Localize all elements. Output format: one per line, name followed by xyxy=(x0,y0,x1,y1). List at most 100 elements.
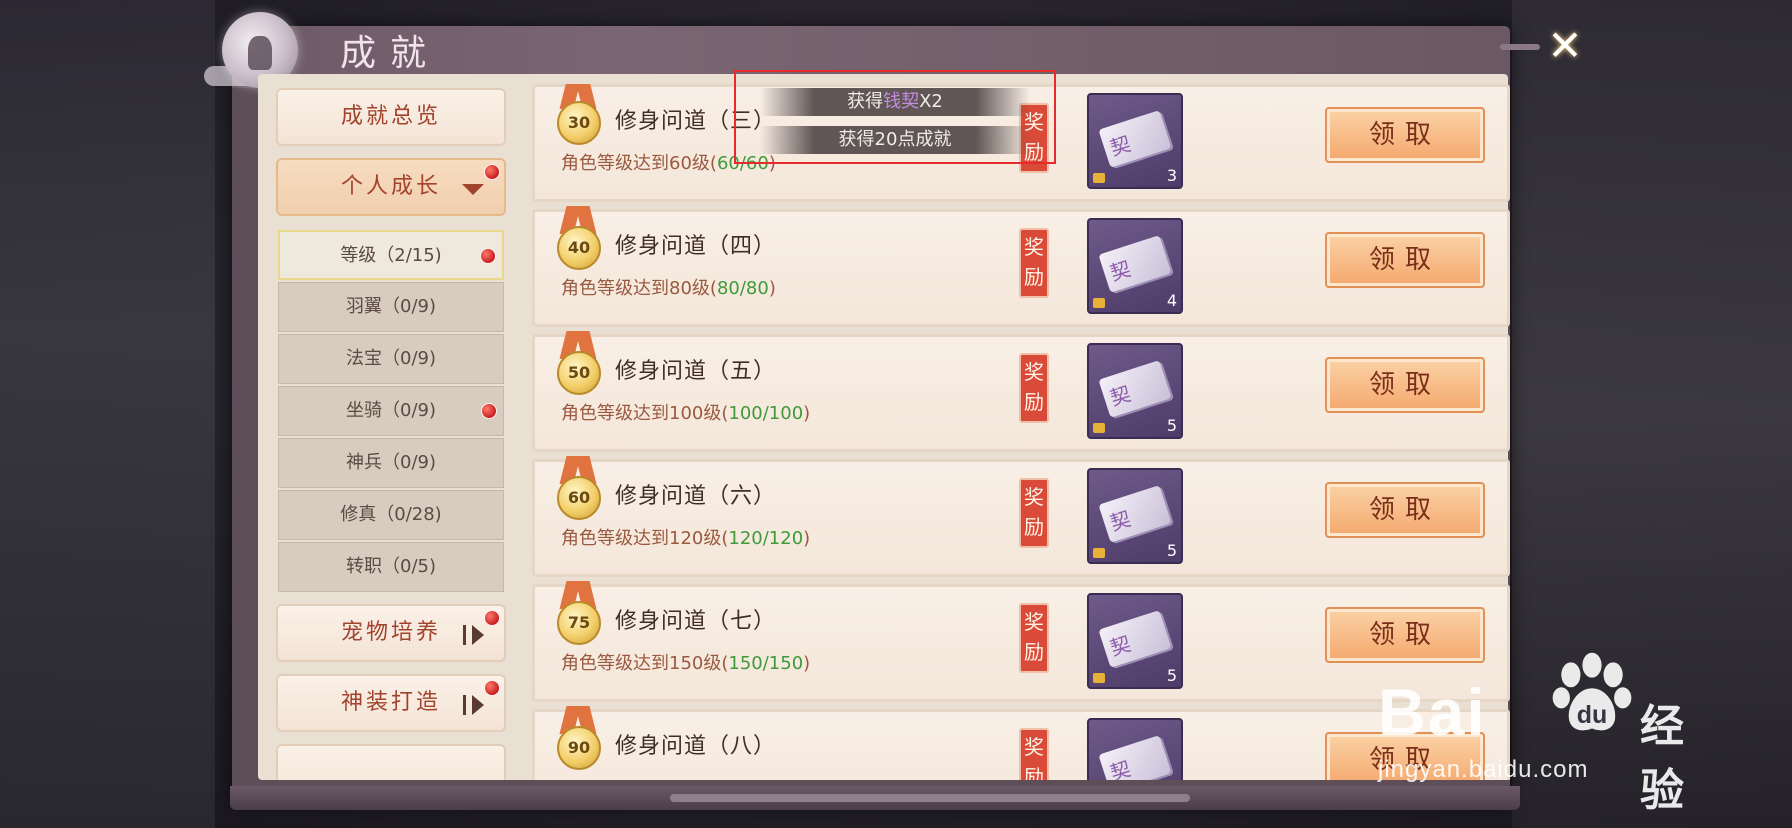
item-count: 5 xyxy=(1166,666,1177,685)
sidebar-item-gear[interactable]: 神装打造 xyxy=(276,674,506,732)
reward-tag: 奖励 xyxy=(1019,478,1049,548)
page-title: 成就 xyxy=(340,33,441,74)
desc-suffix: ) xyxy=(803,528,811,549)
progress-text: 80/80 xyxy=(716,278,769,299)
sidebar-item-label: 个人成长 xyxy=(340,174,441,199)
sidebar-item-overview[interactable]: 成就总览 xyxy=(276,88,506,146)
medal-icon: 90 xyxy=(557,726,601,770)
achievement-desc: 角色等级达到150级(150/150) xyxy=(561,649,810,675)
item-count: 4 xyxy=(1166,291,1177,310)
contract-paper-icon xyxy=(1098,360,1172,418)
sidebar-item-personal-growth[interactable]: 个人成长 xyxy=(276,158,506,216)
achievement-row: 90 修身问道（八） 奖励 领取 xyxy=(532,706,1510,780)
desc-text: 角色等级达到60级( xyxy=(561,153,717,174)
collapse-bar-icon xyxy=(463,625,466,645)
achievement-row: 40 修身问道（四） 角色等级达到80级(80/80) 奖励 4 领取 xyxy=(532,206,1510,327)
desc-text: 角色等级达到120级( xyxy=(561,528,729,549)
claim-button[interactable]: 领取 xyxy=(1325,107,1485,163)
notification-dot-icon xyxy=(484,164,500,180)
desc-text: 角色等级达到80级( xyxy=(561,278,717,299)
sidebar-subitem-mount[interactable]: 坐骑（0/9) xyxy=(278,386,504,436)
bind-lock-icon xyxy=(1093,673,1105,683)
contract-paper-icon xyxy=(1098,610,1172,668)
sidebar-subitem-treasure[interactable]: 法宝（0/9) xyxy=(278,334,504,384)
bind-lock-icon xyxy=(1093,423,1105,433)
reward-tag: 奖励 xyxy=(1019,353,1049,423)
watermark: Bai du 经验 jingyan.baidu.com xyxy=(1378,644,1708,816)
achievement-title: 修身问道（六） xyxy=(615,484,777,509)
medal-icon: 60 xyxy=(557,476,601,520)
category-sidebar: 成就总览 个人成长 等级（2/15) 羽翼（0/9) 法宝（0/9) 坐骑（0/… xyxy=(276,88,508,780)
achievement-desc: 角色等级达到100级(100/100) xyxy=(561,399,810,425)
sidebar-item-label: 成就总览 xyxy=(340,104,441,129)
watermark-brand-cn: 经验 xyxy=(1640,701,1684,816)
achievement-desc: 角色等级达到80级(80/80) xyxy=(561,274,776,300)
contract-item-icon[interactable]: 5 xyxy=(1087,468,1183,564)
expand-arrow-icon xyxy=(472,625,484,645)
item-count: 5 xyxy=(1166,416,1177,435)
achievement-row: 50 修身问道（五） 角色等级达到100级(100/100) 奖励 5 领取 xyxy=(532,331,1510,452)
item-count: 5 xyxy=(1166,541,1177,560)
contract-paper-icon xyxy=(1098,485,1172,543)
highlight-box xyxy=(734,70,1056,164)
notification-dot-icon xyxy=(484,680,500,696)
medal-icon: 50 xyxy=(557,351,601,395)
contract-paper-icon xyxy=(1098,235,1172,293)
claim-button[interactable]: 领取 xyxy=(1325,357,1485,413)
watermark-brand: Bai xyxy=(1378,675,1487,749)
desc-text: 角色等级达到100级( xyxy=(561,403,729,424)
sidebar-item-more[interactable] xyxy=(276,744,506,780)
sidebar-subitem-level[interactable]: 等级（2/15) xyxy=(278,230,504,280)
baidu-paw-icon: du xyxy=(1552,652,1632,731)
contract-item-icon[interactable]: 3 xyxy=(1087,93,1183,189)
background-scene-left xyxy=(0,0,215,828)
progress-text: 120/120 xyxy=(728,528,804,549)
achievement-list: 30 修身问道（三） 角色等级达到60级(60/60) 奖励 3 领取 40 修… xyxy=(530,84,1510,780)
achievement-desc: 角色等级达到120级(120/120) xyxy=(561,524,810,550)
contract-paper-icon xyxy=(1098,735,1172,780)
medal-icon: 40 xyxy=(557,226,601,270)
sidebar-subitem-label: 神兵（0/9) xyxy=(346,452,436,473)
notification-dot-icon xyxy=(484,610,500,626)
watermark-url: jingyan.baidu.com xyxy=(1378,756,1589,783)
contract-item-icon[interactable]: 4 xyxy=(1087,218,1183,314)
sidebar-subitem-cultivation[interactable]: 修真（0/28) xyxy=(278,490,504,540)
sidebar-subitem-label: 等级（2/15) xyxy=(340,245,442,266)
achievement-title: 修身问道（四） xyxy=(615,234,777,259)
desc-suffix: ) xyxy=(803,403,811,424)
desc-text: 角色等级达到150级( xyxy=(561,653,729,674)
sidebar-subitem-wings[interactable]: 羽翼（0/9) xyxy=(278,282,504,332)
sidebar-subitem-label: 坐骑（0/9) xyxy=(346,400,436,421)
achievement-row: 60 修身问道（六） 角色等级达到120级(120/120) 奖励 5 领取 xyxy=(532,456,1510,577)
reward-tag: 奖励 xyxy=(1019,228,1049,298)
close-button[interactable]: ✕ xyxy=(1540,24,1590,68)
item-count: 3 xyxy=(1166,166,1177,185)
claim-button[interactable]: 领取 xyxy=(1325,232,1485,288)
achievement-title: 修身问道（八） xyxy=(615,734,777,759)
sidebar-item-pet[interactable]: 宠物培养 xyxy=(276,604,506,662)
contract-item-icon[interactable] xyxy=(1087,718,1183,780)
claim-button[interactable]: 领取 xyxy=(1325,482,1485,538)
figure-silhouette-icon xyxy=(248,36,272,70)
expand-arrow-icon xyxy=(472,695,484,715)
contract-item-icon[interactable]: 5 xyxy=(1087,593,1183,689)
achievement-title: 修身问道（七） xyxy=(615,609,777,634)
svg-text:du: du xyxy=(1577,701,1608,729)
scroll-track[interactable] xyxy=(670,794,1190,802)
expand-arrow-icon xyxy=(462,184,484,195)
sidebar-subitem-label: 羽翼（0/9) xyxy=(346,296,436,317)
bind-lock-icon xyxy=(1093,548,1105,558)
reward-tag: 奖励 xyxy=(1019,728,1049,780)
desc-suffix: ) xyxy=(768,278,776,299)
contract-item-icon[interactable]: 5 xyxy=(1087,343,1183,439)
sidebar-item-label: 宠物培养 xyxy=(340,620,441,645)
contract-paper-icon xyxy=(1098,110,1172,168)
reward-tag: 奖励 xyxy=(1019,603,1049,673)
sidebar-item-label: 神装打造 xyxy=(340,690,441,715)
sidebar-subitem-class-change[interactable]: 转职（0/5) xyxy=(278,542,504,592)
notification-dot-icon xyxy=(480,248,496,264)
sidebar-subitem-weapon[interactable]: 神兵（0/9) xyxy=(278,438,504,488)
sidebar-subitem-label: 法宝（0/9) xyxy=(346,348,436,369)
sidebar-subitem-label: 转职（0/5) xyxy=(346,556,436,577)
notification-dot-icon xyxy=(481,403,497,419)
